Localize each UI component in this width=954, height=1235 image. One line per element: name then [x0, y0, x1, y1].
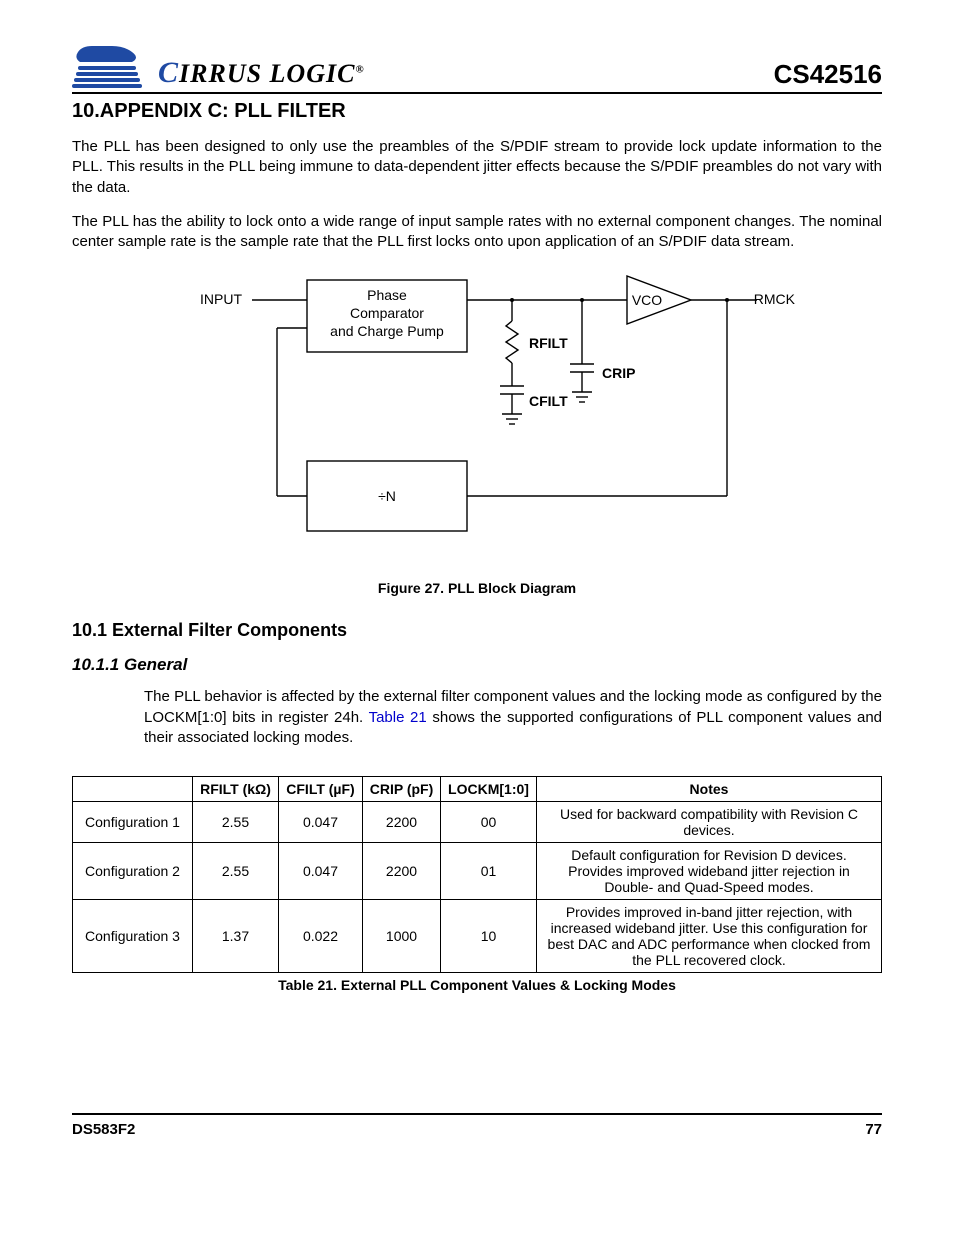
- logo-text: CIRRUS LOGIC®: [158, 56, 365, 90]
- col-notes: Notes: [537, 777, 882, 802]
- svg-text:÷N: ÷N: [378, 488, 396, 504]
- pll-block-diagram: .lbl { font-family: Arial, sans-serif; f…: [157, 266, 797, 570]
- table-row: Configuration 1 2.55 0.047 2200 00 Used …: [73, 802, 882, 843]
- subsubsection-heading: 10.1.1 General: [72, 655, 882, 675]
- col-cfilt: CFILT (µF): [279, 777, 363, 802]
- pll-config-table: RFILT (kΩ) CFILT (µF) CRIP (pF) LOCKM[1:…: [72, 776, 882, 973]
- svg-text:Phase: Phase: [367, 287, 407, 303]
- general-paragraph: The PLL behavior is affected by the exte…: [144, 687, 882, 748]
- table-header-row: RFILT (kΩ) CFILT (µF) CRIP (pF) LOCKM[1:…: [73, 777, 882, 802]
- logo: CIRRUS LOGIC®: [72, 38, 365, 90]
- paragraph-1: The PLL has been designed to only use th…: [72, 137, 882, 198]
- subsection-heading: 10.1 External Filter Components: [72, 620, 882, 641]
- cirrus-logo-icon: [72, 38, 150, 90]
- svg-text:and Charge Pump: and Charge Pump: [330, 323, 444, 339]
- table-caption: Table 21. External PLL Component Values …: [72, 977, 882, 993]
- table-row: Configuration 2 2.55 0.047 2200 01 Defau…: [73, 843, 882, 900]
- col-blank: [73, 777, 193, 802]
- paragraph-2: The PLL has the ability to lock onto a w…: [72, 212, 882, 253]
- page-header: CIRRUS LOGIC® CS42516: [72, 38, 882, 94]
- figure-caption: Figure 27. PLL Block Diagram: [72, 580, 882, 596]
- svg-text:RMCK: RMCK: [754, 291, 796, 307]
- page-number: 77: [865, 1121, 882, 1138]
- svg-text:CRIP: CRIP: [602, 365, 635, 381]
- col-crip: CRIP (pF): [363, 777, 441, 802]
- product-number: CS42516: [774, 59, 882, 90]
- svg-text:CFILT: CFILT: [529, 393, 568, 409]
- table-row: Configuration 3 1.37 0.022 1000 10 Provi…: [73, 900, 882, 973]
- section-heading: 10.APPENDIX C: PLL FILTER: [72, 100, 882, 123]
- page-footer: DS583F2 77: [72, 1113, 882, 1138]
- col-rfilt: RFILT (kΩ): [193, 777, 279, 802]
- col-lockm: LOCKM[1:0]: [441, 777, 537, 802]
- svg-text:VCO: VCO: [632, 292, 662, 308]
- table-21-link[interactable]: Table 21: [369, 709, 427, 726]
- svg-text:RFILT: RFILT: [529, 335, 568, 351]
- doc-id: DS583F2: [72, 1121, 135, 1138]
- svg-text:Comparator: Comparator: [350, 305, 424, 321]
- diagram-input-label: INPUT: [200, 291, 242, 307]
